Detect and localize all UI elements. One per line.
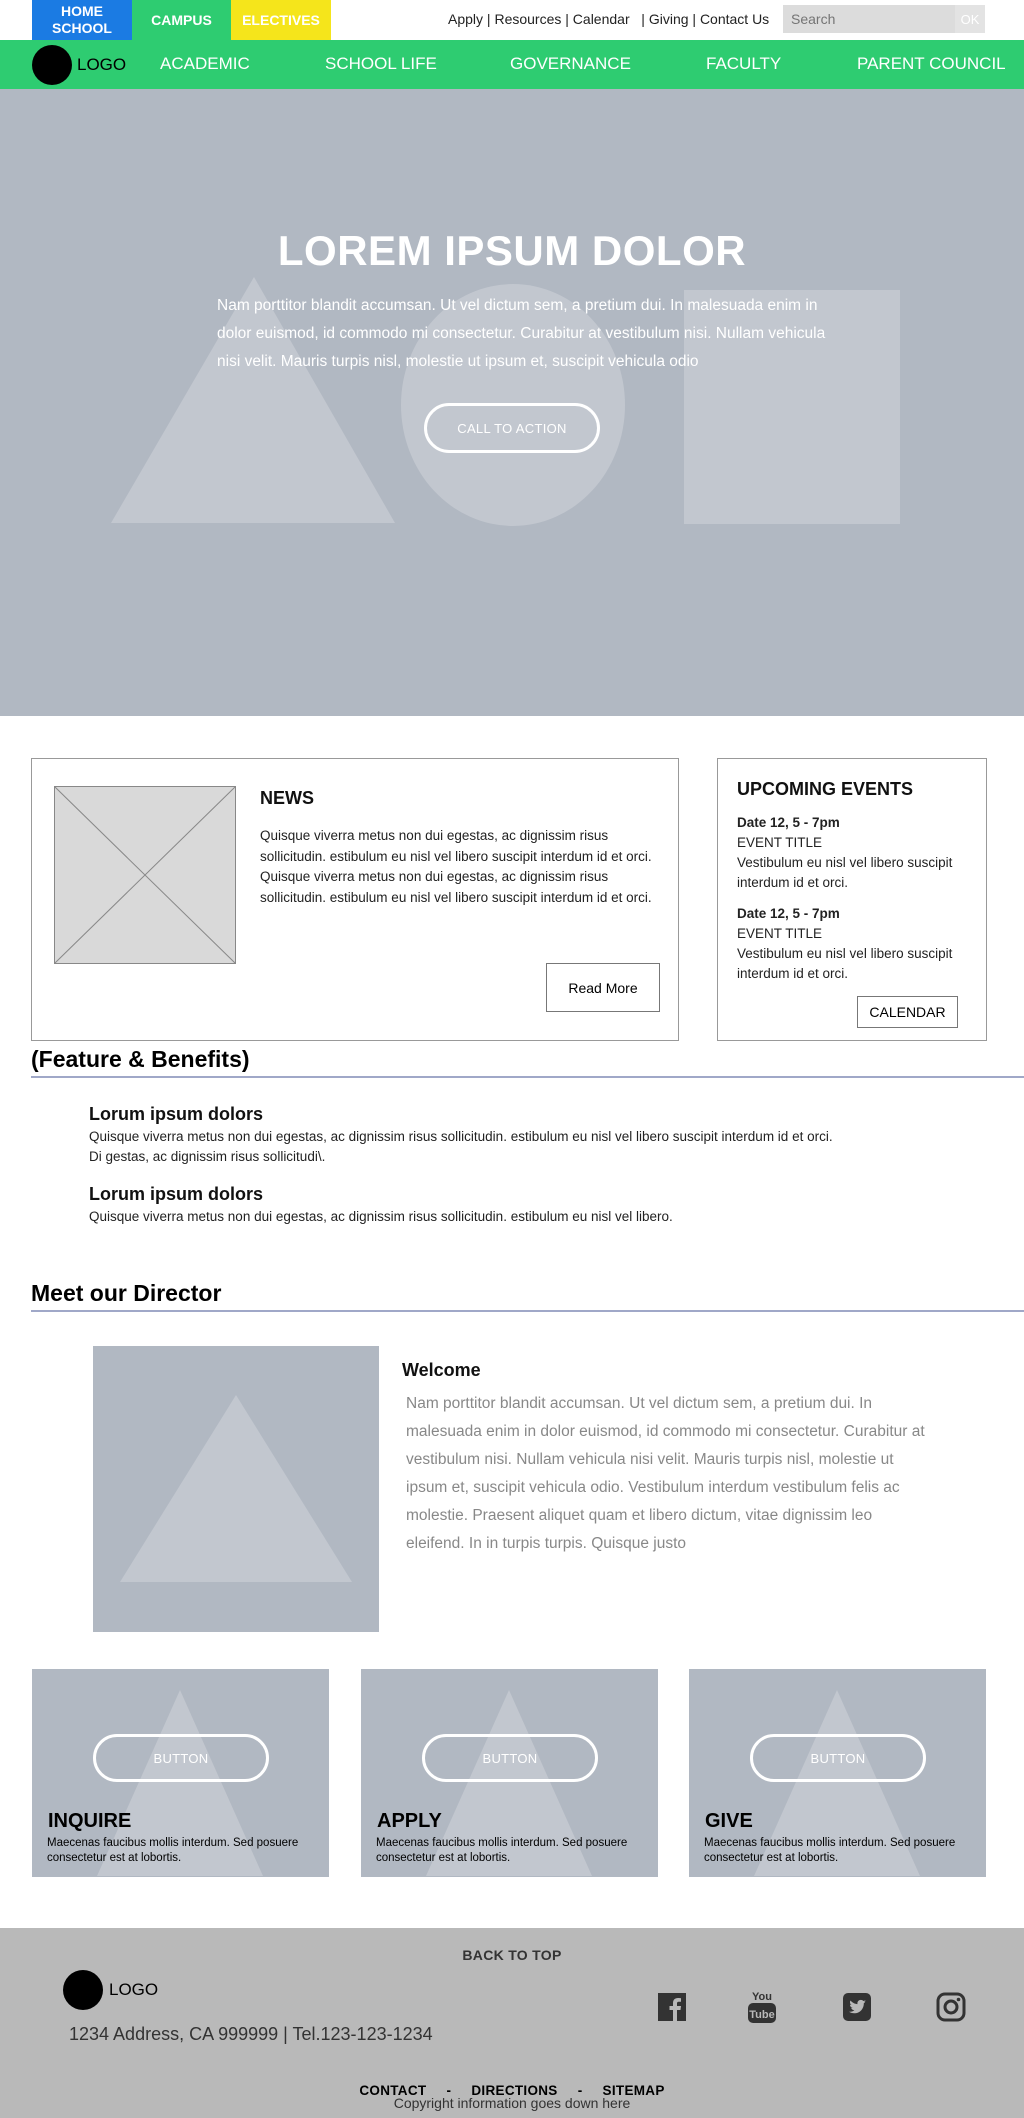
search-input[interactable]: [783, 5, 955, 33]
tile-title: INQUIRE: [48, 1810, 132, 1832]
director-photo-placeholder: [93, 1346, 379, 1632]
twitter-icon[interactable]: [841, 1991, 873, 2023]
events-card: UPCOMING EVENTS Date 12, 5 - 7pm EVENT T…: [717, 758, 987, 1041]
utility-separator: |: [633, 11, 649, 27]
feature-text-line: Quisque viverra metus non dui egestas, a…: [89, 1129, 833, 1144]
feature-title: Lorum ipsum dolors: [89, 1184, 264, 1204]
youtube-icon-line2: Tube: [749, 2009, 774, 2021]
tab-home-school[interactable]: HOME SCHOOL: [32, 0, 132, 40]
copyright-text: Copyright information goes down here: [393, 2095, 631, 2111]
nav-item-academic[interactable]: ACADEMIC: [160, 54, 250, 74]
read-more-button[interactable]: Read More: [546, 963, 660, 1012]
event-description: Vestibulum eu nisl vel libero suscipit i…: [737, 855, 953, 890]
tile-button[interactable]: BUTTON: [422, 1734, 598, 1782]
footer-address: 1234 Address, CA 999999 | Tel.123-123-12…: [69, 2024, 433, 2044]
search-ok-button[interactable]: OK: [955, 5, 985, 33]
utility-separator: |: [565, 11, 573, 27]
hero-banner: LOREM IPSUM DOLOR Nam porttitor blandit …: [0, 89, 1024, 716]
tile-text: Maecenas faucibus mollis interdum. Sed p…: [376, 1837, 628, 1864]
nav-item-parent-council[interactable]: PARENT COUNCIL: [857, 54, 1006, 74]
feature-text-line: Di gestas, ac dignissim risus sollicitud…: [89, 1149, 326, 1164]
news-card: NEWS Quisque viverra metus non dui egest…: [31, 758, 679, 1041]
news-body: Quisque viverra metus non dui egestas, a…: [260, 828, 652, 905]
utility-separator: |: [692, 11, 700, 27]
tile-button[interactable]: BUTTON: [93, 1734, 269, 1782]
event-title[interactable]: EVENT TITLE: [737, 833, 977, 853]
tile-inquire: BUTTON INQUIRE Maecenas faucibus mollis …: [32, 1669, 329, 1877]
director-section: Welcome Nam porttitor blandit accumsan. …: [0, 1312, 1024, 1669]
tile-text: Maecenas faucibus mollis interdum. Sed p…: [704, 1837, 956, 1864]
event-item: Date 12, 5 - 7pm EVENT TITLE Vestibulum …: [737, 813, 977, 893]
news-title: NEWS: [260, 788, 314, 808]
facebook-icon[interactable]: [656, 1991, 688, 2023]
tab-campus[interactable]: CAMPUS: [132, 0, 231, 40]
top-bar: HOME SCHOOL CAMPUS ELECTIVES Apply | Res…: [0, 0, 1024, 40]
event-title[interactable]: EVENT TITLE: [737, 924, 977, 944]
footer: BACK TO TOP LOGO 1234 Address, CA 999999…: [0, 1928, 1024, 2118]
news-image-placeholder: [54, 786, 236, 964]
tile-apply: BUTTON APPLY Maecenas faucibus mollis in…: [361, 1669, 658, 1877]
utility-link-resources[interactable]: Resources: [494, 11, 561, 27]
utility-link-apply[interactable]: Apply: [448, 11, 483, 27]
utility-link-giving[interactable]: Giving: [649, 11, 689, 27]
tile-title: APPLY: [377, 1810, 442, 1832]
features-heading: (Feature & Benefits): [31, 1046, 250, 1072]
event-item: Date 12, 5 - 7pm EVENT TITLE Vestibulum …: [737, 904, 977, 984]
hero-text: Nam porttitor blandit accumsan. Ut vel d…: [217, 297, 826, 370]
feature-title: Lorum ipsum dolors: [89, 1104, 264, 1124]
events-title: UPCOMING EVENTS: [737, 779, 914, 799]
main-nav: LOGO ACADEMIC SCHOOL LIFE GOVERNANCE FAC…: [0, 40, 1024, 89]
footer-logo-text[interactable]: LOGO: [109, 1980, 158, 2000]
youtube-icon-line1: You: [752, 1991, 772, 2003]
tab-electives[interactable]: ELECTIVES: [231, 0, 331, 40]
features-section: Lorum ipsum dolors Quisque viverra metus…: [0, 1078, 1024, 1280]
director-heading: Meet our Director: [31, 1280, 222, 1306]
utility-link-contact-us[interactable]: Contact Us: [700, 11, 769, 27]
instagram-icon[interactable]: [935, 1991, 967, 2023]
nav-item-governance[interactable]: GOVERNANCE: [510, 54, 631, 74]
tile-text: Maecenas faucibus mollis interdum. Sed p…: [47, 1837, 299, 1864]
tab-home-school-line1: HOME: [60, 3, 103, 19]
tile-button[interactable]: BUTTON: [750, 1734, 926, 1782]
nav-item-faculty[interactable]: FACULTY: [706, 54, 781, 74]
director-text: Nam porttitor blandit accumsan. Ut vel d…: [406, 1395, 925, 1552]
tile-give: BUTTON GIVE Maecenas faucibus mollis int…: [689, 1669, 986, 1877]
utility-link-calendar[interactable]: Calendar: [573, 11, 630, 27]
tab-home-school-line2: SCHOOL: [52, 20, 112, 36]
cta-tiles: BUTTON INQUIRE Maecenas faucibus mollis …: [0, 1669, 1024, 1928]
youtube-icon[interactable]: You Tube: [746, 1988, 778, 2026]
event-date: Date 12, 5 - 7pm: [737, 906, 840, 921]
tile-title: GIVE: [705, 1810, 753, 1832]
logo-text[interactable]: LOGO: [77, 55, 126, 75]
image-placeholder-icon: [55, 787, 235, 963]
hero-title: LOREM IPSUM DOLOR: [277, 227, 747, 274]
feature-text: Quisque viverra metus non dui egestas, a…: [89, 1127, 909, 1167]
event-date: Date 12, 5 - 7pm: [737, 815, 840, 830]
back-to-top-link[interactable]: BACK TO TOP: [0, 1947, 1024, 1963]
feature-text: Quisque viverra metus non dui egestas, a…: [89, 1209, 673, 1224]
nav-item-school-life[interactable]: SCHOOL LIFE: [325, 54, 437, 74]
utility-links: Apply | Resources | Calendar | Giving | …: [448, 11, 769, 27]
call-to-action-button[interactable]: CALL TO ACTION: [424, 403, 600, 453]
news-events-section: NEWS Quisque viverra metus non dui egest…: [0, 716, 1024, 1046]
director-welcome-title: Welcome: [402, 1360, 481, 1380]
image-placeholder-triangle: [120, 1395, 352, 1582]
event-description: Vestibulum eu nisl vel libero suscipit i…: [737, 946, 953, 981]
footer-logo-icon[interactable]: [63, 1970, 103, 2010]
logo-icon[interactable]: [32, 45, 72, 85]
calendar-button[interactable]: CALENDAR: [857, 996, 958, 1028]
